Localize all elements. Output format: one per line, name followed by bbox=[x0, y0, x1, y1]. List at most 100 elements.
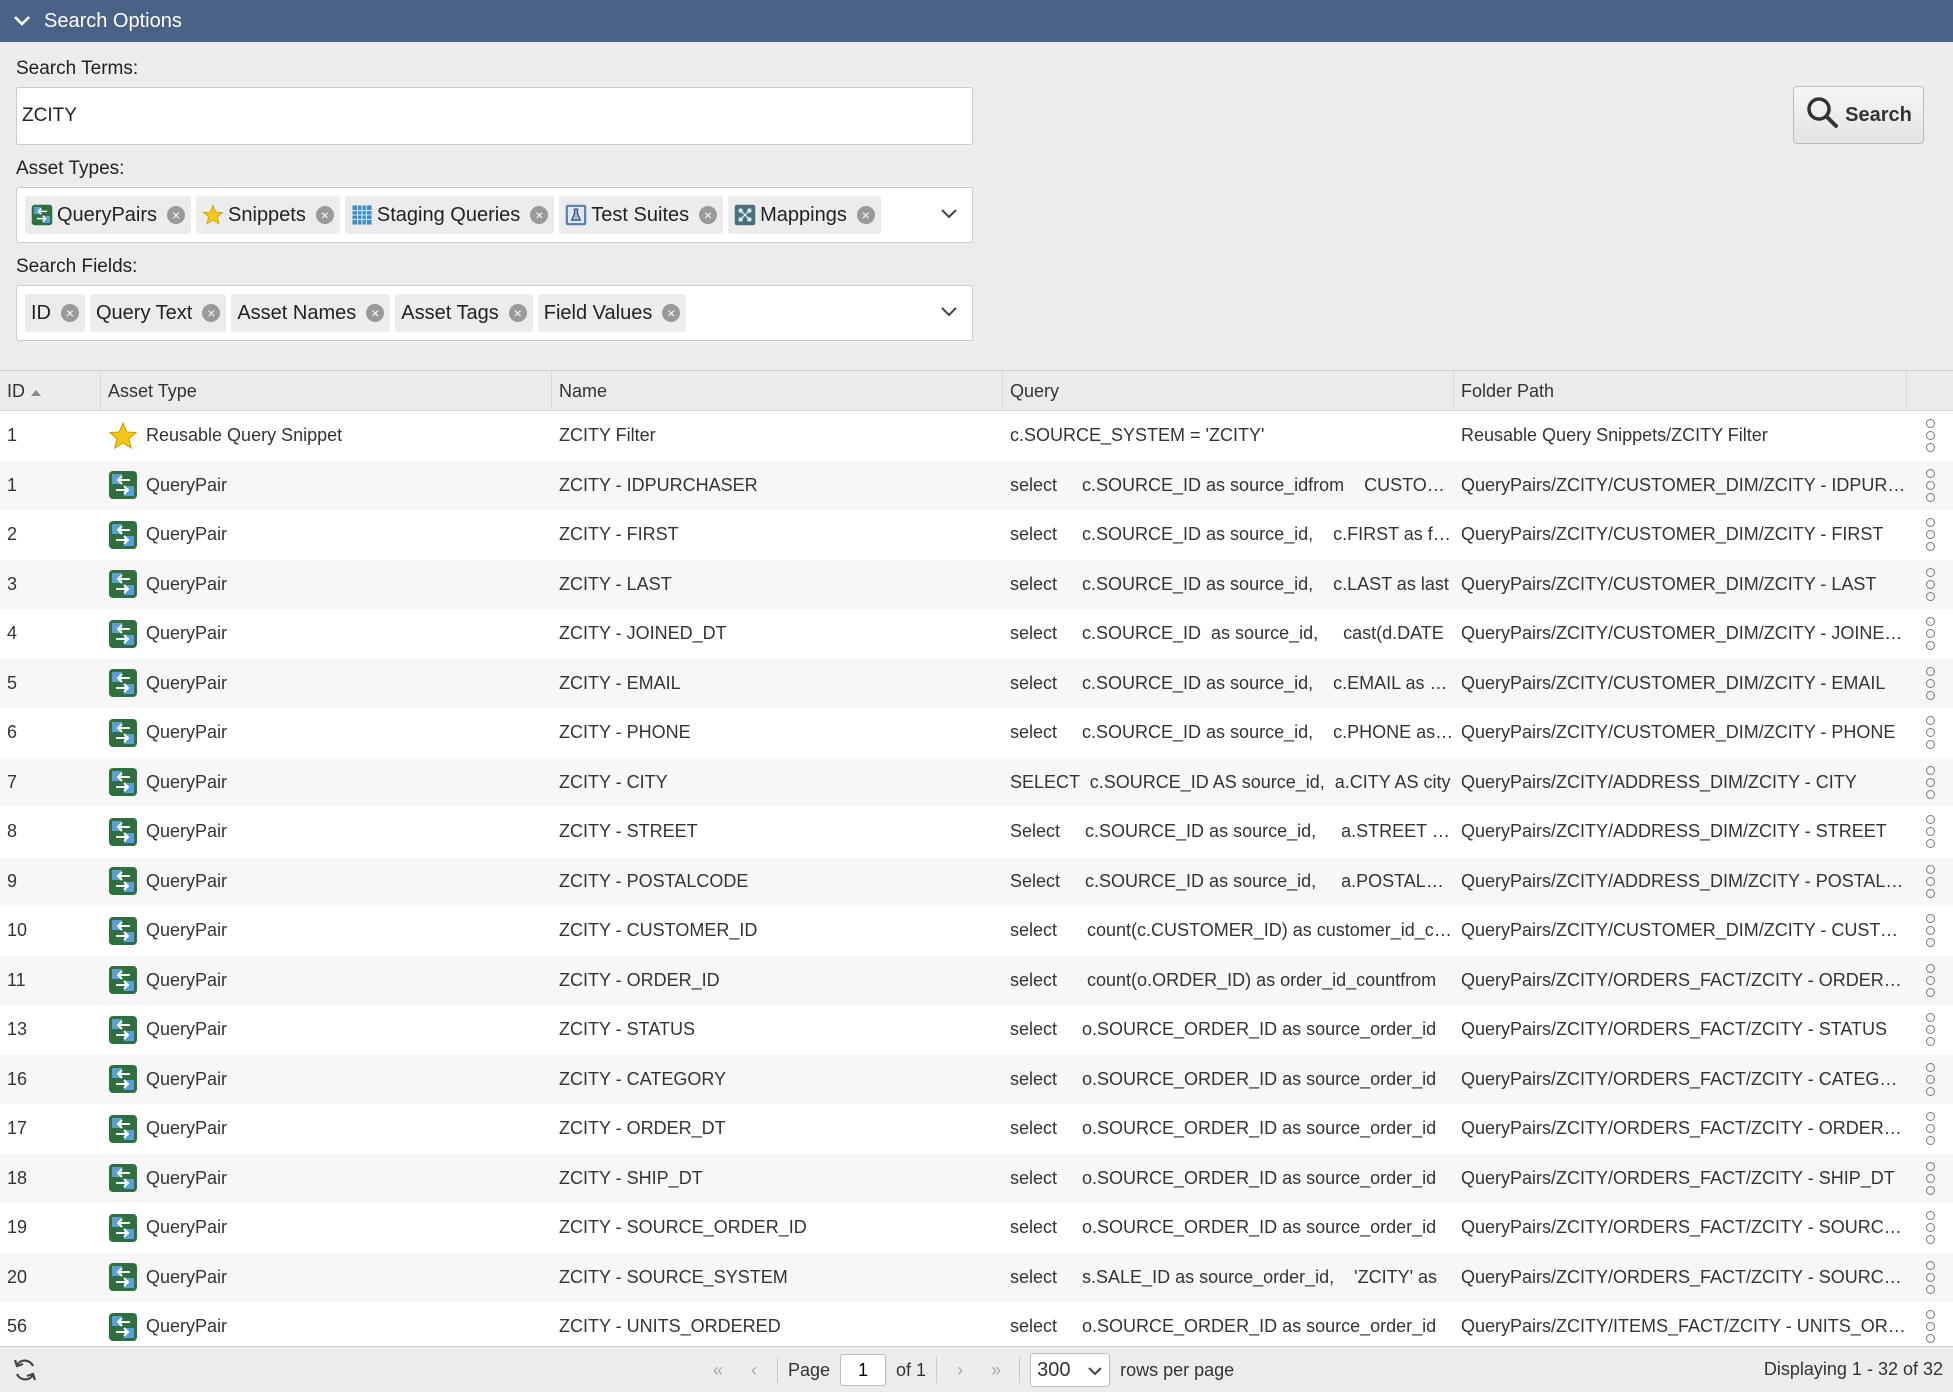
table-row[interactable]: 4 QueryPair ZCITY - JOINED_DT select c.SOUR… bbox=[0, 609, 1953, 659]
row-menu-icon[interactable] bbox=[1907, 1310, 1953, 1344]
cell-query-text: select o.SOURCE_ORDER_ID as source_order… bbox=[1010, 1167, 1437, 1188]
row-menu-icon[interactable] bbox=[1907, 666, 1953, 700]
remove-tag-icon[interactable]: × bbox=[202, 304, 221, 322]
asset-type-tag[interactable]: QueryPairs × bbox=[25, 196, 192, 234]
table-row[interactable]: 5 QueryPair ZCITY - EMAIL select c.SOURCE_I… bbox=[0, 658, 1953, 708]
search-terms-input[interactable] bbox=[16, 87, 973, 145]
cell-asset-type: QueryPair bbox=[101, 965, 552, 995]
row-menu-icon[interactable] bbox=[1907, 1112, 1953, 1146]
refresh-icon[interactable] bbox=[12, 1357, 38, 1388]
chevron-down-icon[interactable] bbox=[940, 302, 958, 323]
row-menu-icon[interactable] bbox=[1907, 815, 1953, 849]
table-row[interactable]: 13 QueryPair ZCITY - STATUS select o.SOURCE… bbox=[0, 1005, 1953, 1055]
search-button[interactable]: Search bbox=[1793, 86, 1924, 144]
row-menu-icon[interactable] bbox=[1907, 765, 1953, 799]
search-field-tag[interactable]: Field Values × bbox=[537, 294, 687, 332]
next-page-icon[interactable]: › bbox=[947, 1360, 973, 1381]
table-row[interactable]: 56 QueryPair ZCITY - UNITS_ORDERED select o… bbox=[0, 1302, 1953, 1346]
remove-tag-icon[interactable]: × bbox=[662, 304, 681, 322]
remove-tag-icon[interactable]: × bbox=[61, 304, 79, 322]
table-row[interactable]: 16 QueryPair ZCITY - CATEGORY select o.SOUR… bbox=[0, 1054, 1953, 1104]
chevron-down-icon[interactable] bbox=[0, 15, 44, 27]
search-field-tag-label: ID bbox=[31, 301, 51, 324]
row-menu-icon[interactable] bbox=[1907, 567, 1953, 601]
column-header-name[interactable]: Name bbox=[552, 371, 1003, 411]
table-row[interactable]: 17 QueryPair ZCITY - ORDER_DT select o.SOUR… bbox=[0, 1104, 1953, 1154]
cell-query-text: c.SOURCE_SYSTEM = 'ZCITY' bbox=[1010, 425, 1265, 446]
search-field-tag[interactable]: Asset Tags × bbox=[395, 294, 533, 332]
search-field-tag[interactable]: Asset Names × bbox=[231, 294, 391, 332]
table-row[interactable]: 8 QueryPair ZCITY - STREET Select c.SOURCE_… bbox=[0, 807, 1953, 857]
asset-type-tag[interactable]: Snippets × bbox=[196, 196, 340, 234]
row-menu-icon[interactable] bbox=[1907, 1211, 1953, 1245]
page-number-input[interactable] bbox=[840, 1354, 887, 1386]
asset-type-tag[interactable]: Staging Queries × bbox=[344, 196, 555, 234]
row-menu-icon[interactable] bbox=[1907, 1161, 1953, 1195]
row-menu-icon[interactable] bbox=[1907, 1062, 1953, 1096]
table-row[interactable]: 2 QueryPair ZCITY - FIRST select c.SOURCE_I… bbox=[0, 510, 1953, 560]
cell-asset-type-text: QueryPair bbox=[146, 1217, 228, 1238]
cell-id-text: 4 bbox=[7, 623, 18, 644]
divider bbox=[1019, 1357, 1021, 1383]
search-options-header[interactable]: Search Options bbox=[0, 0, 1953, 42]
cell-folder-path-text: QueryPairs/ZCITY/CUSTOMER_DIM/ZCITY - JO… bbox=[1461, 623, 1907, 644]
column-header-id[interactable]: ID bbox=[0, 371, 101, 411]
table-row[interactable]: 20 QueryPair ZCITY - SOURCE_SYSTEM select s… bbox=[0, 1252, 1953, 1302]
table-row[interactable]: 7 QueryPair ZCITY - CITY SELECT c.SOURCE_ID… bbox=[0, 757, 1953, 807]
row-menu-icon[interactable] bbox=[1907, 518, 1953, 552]
row-menu-icon[interactable] bbox=[1907, 1260, 1953, 1294]
asset-type-tag[interactable]: Test Suites × bbox=[559, 196, 724, 234]
row-menu-icon[interactable] bbox=[1907, 864, 1953, 898]
table-row[interactable]: 1 QueryPair ZCITY - IDPURCHASER select c.SO… bbox=[0, 460, 1953, 510]
cell-name-text: ZCITY - CITY bbox=[559, 771, 668, 792]
querypair-icon bbox=[108, 718, 138, 748]
remove-tag-icon[interactable]: × bbox=[366, 304, 385, 322]
row-menu-icon[interactable] bbox=[1907, 1013, 1953, 1047]
search-fields-multiselect[interactable]: ID × Query Text × Asset Names × Asset Tags × Fie… bbox=[16, 285, 973, 341]
previous-page-icon[interactable]: ‹ bbox=[741, 1360, 767, 1381]
table-row[interactable]: 19 QueryPair ZCITY - SOURCE_ORDER_ID select… bbox=[0, 1203, 1953, 1253]
search-field-tag[interactable]: ID × bbox=[25, 294, 85, 332]
row-menu-icon[interactable] bbox=[1907, 617, 1953, 651]
table-row[interactable]: 11 QueryPair ZCITY - ORDER_ID select count(… bbox=[0, 955, 1953, 1005]
cell-id-text: 2 bbox=[7, 524, 18, 545]
table-row[interactable]: 10 QueryPair ZCITY - CUSTOMER_ID select cou… bbox=[0, 906, 1953, 956]
column-header-asset-type[interactable]: Asset Type bbox=[101, 371, 552, 411]
cell-folder-path: QueryPairs/ZCITY/CUSTOMER_DIM/ZCITY - EM… bbox=[1454, 673, 1907, 694]
table-row[interactable]: 3 QueryPair ZCITY - LAST select c.SOURCE_ID… bbox=[0, 559, 1953, 609]
cell-folder-path-text: QueryPairs/ZCITY/CUSTOMER_DIM/ZCITY - PH… bbox=[1461, 722, 1896, 743]
search-field-tag[interactable]: Query Text × bbox=[90, 294, 227, 332]
row-menu-icon[interactable] bbox=[1907, 419, 1953, 453]
table-row[interactable]: 18 QueryPair ZCITY - SHIP_DT select o.SOURC… bbox=[0, 1153, 1953, 1203]
remove-tag-icon[interactable]: × bbox=[856, 206, 875, 224]
table-row[interactable]: 6 QueryPair ZCITY - PHONE select c.SOURCE_I… bbox=[0, 708, 1953, 758]
cell-id-text: 17 bbox=[7, 1118, 28, 1139]
remove-tag-icon[interactable]: × bbox=[315, 206, 334, 224]
cell-folder-path: QueryPairs/ZCITY/ADDRESS_DIM/ZCITY - STR… bbox=[1454, 821, 1907, 842]
column-header-query[interactable]: Query bbox=[1003, 371, 1454, 411]
asset-type-tag[interactable]: Mappings × bbox=[728, 196, 881, 234]
remove-tag-icon[interactable]: × bbox=[699, 206, 718, 224]
cell-asset-type: QueryPair bbox=[101, 1064, 552, 1094]
first-page-icon[interactable]: « bbox=[705, 1360, 731, 1381]
last-page-icon[interactable]: » bbox=[983, 1360, 1009, 1381]
row-menu-icon[interactable] bbox=[1907, 468, 1953, 502]
row-menu-icon[interactable] bbox=[1907, 963, 1953, 997]
remove-tag-icon[interactable]: × bbox=[508, 304, 527, 322]
cell-folder-path: QueryPairs/ZCITY/CUSTOMER_DIM/ZCITY - FI… bbox=[1454, 524, 1907, 545]
chevron-down-icon[interactable] bbox=[940, 204, 958, 225]
cell-query: Select c.SOURCE_ID as source_id, a.STREE… bbox=[1003, 821, 1454, 842]
table-row[interactable]: 9 QueryPair ZCITY - POSTALCODE Select c.SOU… bbox=[0, 856, 1953, 906]
table-row[interactable]: 1 Reusable Query Snippet ZCITY Filter c.SOU… bbox=[0, 411, 1953, 461]
remove-tag-icon[interactable]: × bbox=[167, 206, 186, 224]
cell-id-text: 19 bbox=[7, 1217, 28, 1238]
row-menu-icon[interactable] bbox=[1907, 716, 1953, 750]
column-header-folder-path[interactable]: Folder Path bbox=[1454, 371, 1907, 411]
row-menu-icon[interactable] bbox=[1907, 914, 1953, 948]
cell-asset-type-text: QueryPair bbox=[146, 1167, 228, 1188]
rows-per-page-select[interactable]: 300 bbox=[1030, 1353, 1111, 1387]
asset-types-multiselect[interactable]: QueryPairs × Snippets × Staging Queries × Test… bbox=[16, 187, 973, 243]
asset-types-label: Asset Types: bbox=[16, 158, 125, 179]
remove-tag-icon[interactable]: × bbox=[530, 206, 549, 224]
querypair-icon bbox=[108, 965, 138, 995]
